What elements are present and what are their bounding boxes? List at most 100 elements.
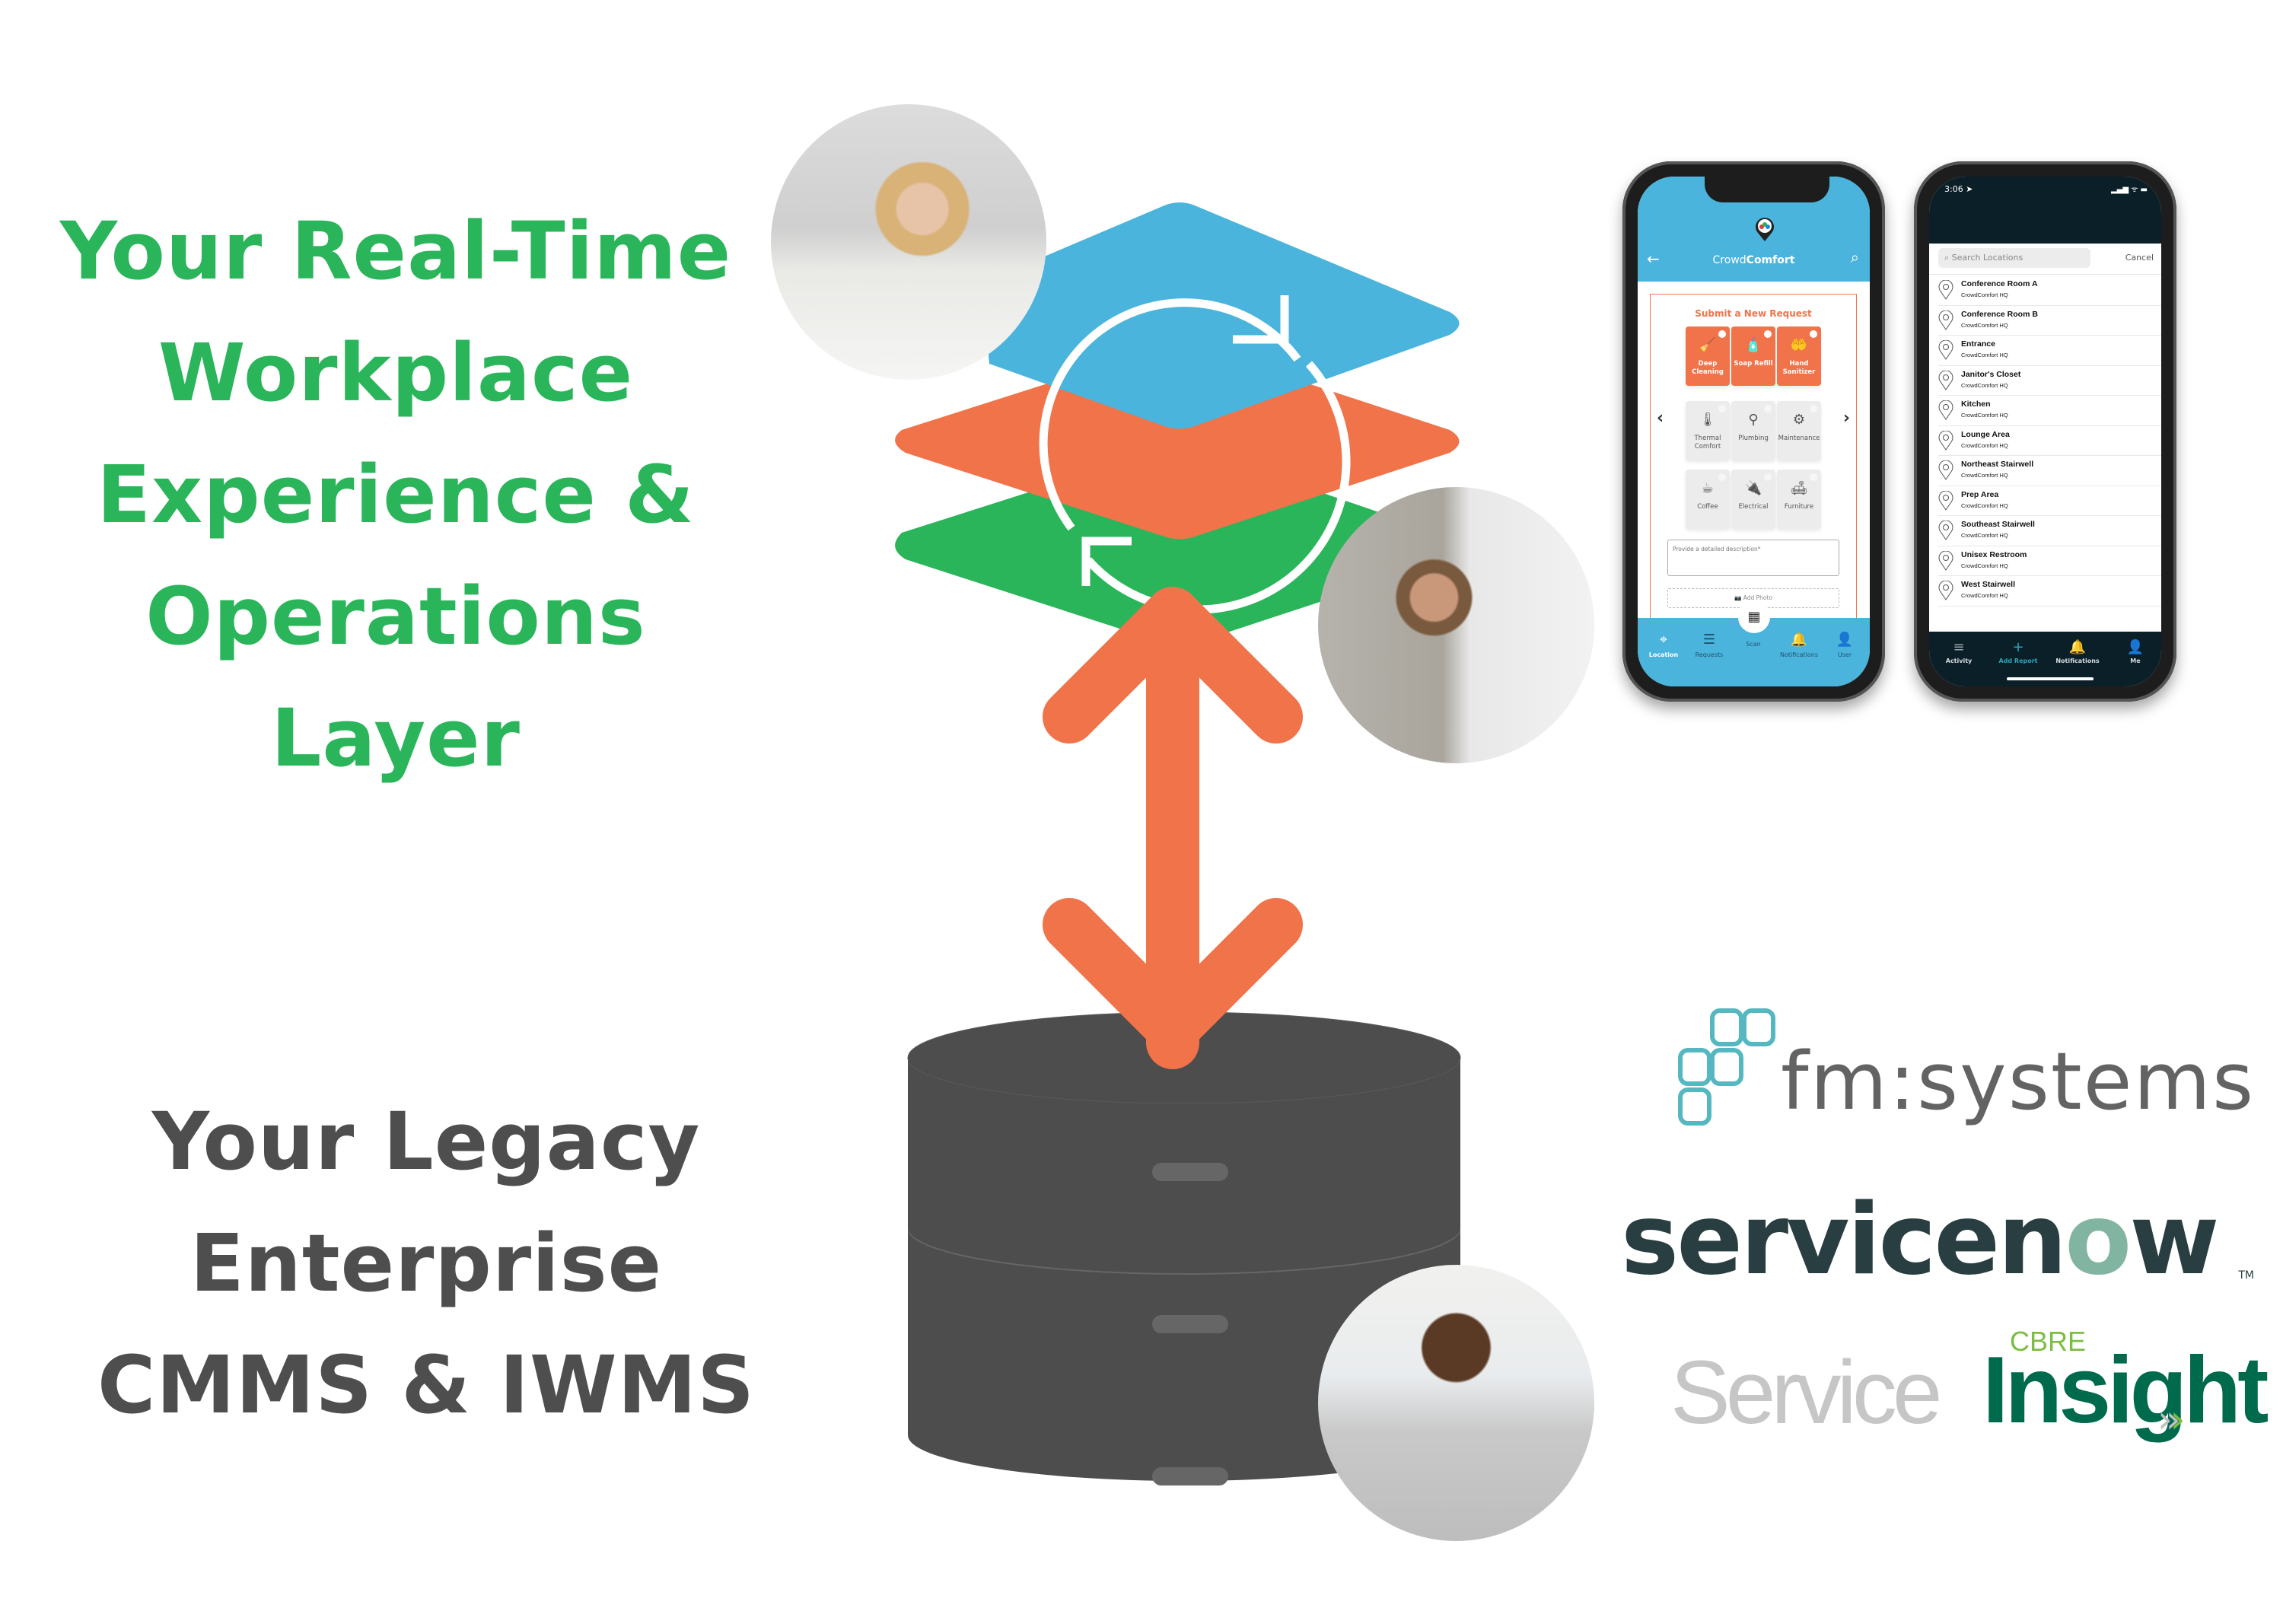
- location-name: Prep Area: [1961, 489, 1999, 499]
- request-type-icon: ⚲: [1748, 412, 1759, 428]
- servicenow-wordmark: servicenow: [1621, 1187, 2219, 1294]
- nav-label: Notifications: [1779, 651, 1819, 658]
- search-placeholder: Search Locations: [1951, 253, 2023, 263]
- location-name: Janitor's Closet: [1961, 369, 2021, 379]
- nav-label: Add Report: [1998, 658, 2038, 664]
- location-building: CrowdComfort HQ: [1961, 592, 2008, 599]
- request-tile-label: Deep Cleaning: [1692, 360, 1724, 376]
- search-locations-input[interactable]: ⌕ Search Locations: [1938, 248, 2090, 268]
- request-type-icon: 🤲: [1790, 337, 1808, 353]
- nav-icon: ⌖: [1659, 632, 1668, 648]
- map-pin-icon: [1938, 280, 1953, 300]
- nav-item-location[interactable]: ⌖ Location: [1641, 629, 1686, 658]
- location-list-item[interactable]: Kitchen CrowdComfort HQ: [1938, 396, 2161, 426]
- request-tile-label: Maintenance: [1778, 435, 1820, 442]
- map-pin-icon: [1938, 521, 1953, 540]
- request-tile[interactable]: ☕ Coffee: [1686, 470, 1730, 529]
- search-icon: ⌕: [1944, 253, 1952, 263]
- nav-item-scan[interactable]: Scan: [1731, 641, 1776, 648]
- location-list-item[interactable]: Entrance CrowdComfort HQ: [1938, 336, 2161, 366]
- request-tile[interactable]: 🌡 Thermal Comfort: [1686, 401, 1730, 460]
- prev-arrow-icon[interactable]: ‹: [1657, 409, 1664, 428]
- map-pin-icon: [1938, 490, 1953, 511]
- location-building: CrowdComfort HQ: [1961, 291, 2008, 298]
- cbre-serviceinsight-logo: Service CBRE Insight »›: [1670, 1324, 2269, 1446]
- nav-icon: 🔔: [2068, 639, 2087, 655]
- servicenow-text: servicen: [1621, 1183, 2067, 1297]
- nav-item-notifications[interactable]: 🔔 Notifications: [1776, 629, 1822, 658]
- request-tile[interactable]: 🔌 Electrical: [1731, 470, 1775, 529]
- location-name: Unisex Restroom: [1961, 549, 2027, 559]
- nav-item-requests[interactable]: ☰ Requests: [1686, 629, 1732, 658]
- nav-item-add-report[interactable]: + Add Report: [1992, 638, 2045, 664]
- technician-with-clipboard-photo: [1318, 487, 1594, 763]
- status-bar: 3:06 ➤ ▂▄▆ ᯤ ▬: [1929, 177, 2161, 244]
- nav-item-me[interactable]: 👤 Me: [2109, 638, 2161, 664]
- request-tile-label: Hand Sanitizer: [1782, 360, 1816, 376]
- location-list-item[interactable]: Conference Room A CrowdComfort HQ: [1938, 275, 2161, 306]
- nav-item-notifications[interactable]: 🔔 Notifications: [2051, 638, 2104, 664]
- location-name: Southeast Stairwell: [1961, 520, 2035, 529]
- location-list-item[interactable]: West Stairwell CrowdComfort HQ: [1938, 576, 2161, 607]
- request-type-icon: 🧹: [1699, 337, 1717, 353]
- request-tile[interactable]: ⚲ Plumbing: [1731, 401, 1775, 460]
- location-building: CrowdComfort HQ: [1961, 381, 2008, 389]
- trademark-mark: TM: [2238, 1269, 2254, 1282]
- next-arrow-icon[interactable]: ›: [1843, 409, 1850, 428]
- businessman-in-suit-photo: [1318, 1265, 1594, 1541]
- search-icon[interactable]: ⌕: [1851, 248, 1859, 266]
- nav-item-user[interactable]: 👤 User: [1822, 629, 1867, 658]
- location-list-item[interactable]: Prep Area CrowdComfort HQ: [1938, 486, 2161, 516]
- location-name: Kitchen: [1961, 400, 1991, 409]
- location-name: Northeast Stairwell: [1961, 460, 2034, 469]
- request-tile[interactable]: 🧹 Deep Cleaning: [1686, 326, 1730, 386]
- location-list-item[interactable]: Northeast Stairwell CrowdComfort HQ: [1938, 456, 2161, 486]
- scan-qr-button[interactable]: ▦: [1738, 601, 1770, 633]
- bottom-nav: ▦ ⌖ Location ☰ Requests Scan 🔔 Notifications 👤 U…: [1638, 601, 1870, 686]
- request-tile[interactable]: ⚙ Maintenance: [1777, 401, 1821, 460]
- map-pin-icon: [1938, 430, 1953, 451]
- add-photo-label: Add Photo: [1743, 594, 1773, 601]
- nav-icon: 👤: [2126, 639, 2144, 655]
- fm-systems-logo: fm:systems: [1674, 1005, 2253, 1149]
- request-tile[interactable]: 🧴 Soap Refill: [1731, 326, 1775, 386]
- location-list-item[interactable]: Lounge Area CrowdComfort HQ: [1938, 426, 2161, 456]
- phone-locations-mockup: 3:06 ➤ ▂▄▆ ᯤ ▬ ⌕ Search Locations Cancel…: [1914, 161, 2176, 702]
- request-tile[interactable]: 🛋 Furniture: [1777, 470, 1821, 529]
- qr-code-icon: ▦: [1747, 609, 1761, 625]
- request-tile[interactable]: 🤲 Hand Sanitizer: [1777, 326, 1821, 386]
- chevrons-icon: »›: [2157, 1397, 2186, 1441]
- database-slot: [1152, 1163, 1228, 1181]
- location-building: CrowdComfort HQ: [1961, 502, 2008, 509]
- nav-item-activity[interactable]: ≡ Activity: [1932, 638, 1985, 664]
- app-title-bold: Comfort: [1746, 254, 1795, 266]
- map-pin-icon: [1938, 550, 1953, 571]
- crowdcomfort-logo-icon: [1754, 216, 1775, 242]
- nav-icon: ☰: [1702, 632, 1716, 648]
- phone-screen: 3:06 ➤ ▂▄▆ ᯤ ▬ ⌕ Search Locations Cancel…: [1929, 177, 2161, 686]
- app-header: ← CrowdComfort ⌕: [1638, 177, 1870, 282]
- nav-label: Requests: [1695, 651, 1724, 658]
- location-list-item[interactable]: Conference Room B CrowdComfort HQ: [1938, 306, 2161, 336]
- camera-icon: 📷: [1734, 594, 1743, 601]
- location-list-item[interactable]: Unisex Restroom CrowdComfort HQ: [1938, 546, 2161, 576]
- phone-screen: ← CrowdComfort ⌕ Submit a New Request ‹ …: [1638, 177, 1870, 686]
- signal-wifi-battery-icon: ▂▄▆ ᯤ ▬: [2110, 186, 2148, 194]
- location-building: CrowdComfort HQ: [1961, 441, 2008, 449]
- location-name: Entrance: [1961, 339, 1995, 349]
- map-pin-icon: [1938, 310, 1953, 330]
- location-building: CrowdComfort HQ: [1961, 532, 2008, 539]
- home-indicator: [2007, 677, 2094, 680]
- location-building: CrowdComfort HQ: [1961, 412, 2008, 419]
- request-tile-label: Plumbing: [1738, 435, 1769, 442]
- woman-at-laptop-photo: [771, 104, 1046, 380]
- cancel-button[interactable]: Cancel: [2125, 248, 2154, 268]
- location-list-item[interactable]: Southeast Stairwell CrowdComfort HQ: [1938, 516, 2161, 546]
- servicenow-o: o: [2065, 1183, 2132, 1297]
- location-building: CrowdComfort HQ: [1961, 562, 2008, 569]
- nav-icon: +: [2012, 639, 2024, 655]
- location-list-item[interactable]: Janitor's Closet CrowdComfort HQ: [1938, 366, 2161, 396]
- request-type-icon: 🧴: [1744, 337, 1762, 353]
- description-input[interactable]: Provide a detailed description*: [1667, 540, 1839, 576]
- request-tile-label: Furniture: [1784, 503, 1814, 511]
